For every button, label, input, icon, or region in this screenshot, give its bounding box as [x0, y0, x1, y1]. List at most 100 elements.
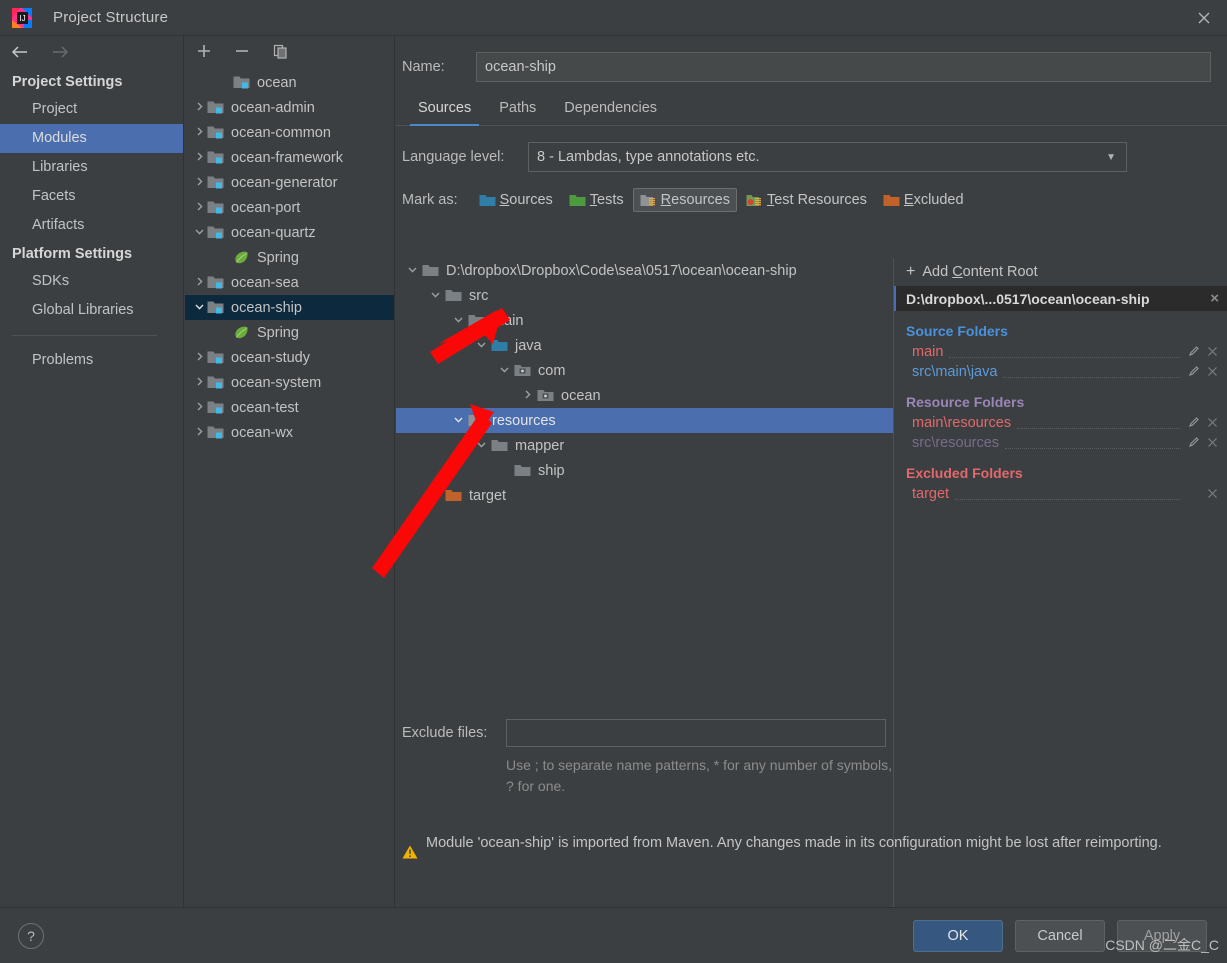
root-folder-path: src\resources	[912, 435, 1000, 451]
folder-tree-row[interactable]: com	[396, 358, 893, 383]
tree-twisty-icon[interactable]	[448, 414, 468, 428]
tree-twisty-icon[interactable]	[191, 176, 207, 190]
folder-tree-row[interactable]: main	[396, 308, 893, 333]
module-name-input[interactable]	[476, 52, 1211, 82]
language-level-select[interactable]: 8 - Lambdas, type annotations etc. ▼	[528, 142, 1127, 172]
folder-icon	[468, 313, 486, 329]
tree-twisty-icon[interactable]	[448, 314, 468, 328]
mark-as-buttons: Sources Tests Resources Test Resources Exclu…	[472, 188, 971, 212]
tree-twisty-icon[interactable]	[191, 426, 207, 440]
pencil-icon[interactable]	[1187, 436, 1201, 451]
tree-twisty-icon[interactable]	[191, 126, 207, 140]
tree-twisty-icon[interactable]	[191, 201, 207, 215]
ok-button[interactable]: OK	[913, 919, 1003, 952]
folder-tree-row[interactable]: resources	[396, 408, 893, 433]
folder-tree-row[interactable]: target	[396, 483, 893, 508]
tree-twisty-icon[interactable]	[191, 101, 207, 115]
tree-twisty-icon[interactable]	[471, 339, 491, 353]
tree-twisty-icon[interactable]	[191, 276, 207, 290]
sidebar-item-libraries[interactable]: Libraries	[0, 153, 183, 182]
copy-icon[interactable]	[269, 40, 291, 62]
exclude-files-input[interactable]	[506, 719, 886, 747]
tree-twisty-icon[interactable]	[191, 401, 207, 415]
close-icon[interactable]	[1205, 486, 1219, 502]
root-folder-row[interactable]: src\main\java	[894, 362, 1227, 382]
help-button[interactable]: ?	[18, 922, 44, 949]
tab-paths[interactable]: Paths	[485, 96, 550, 125]
cancel-button[interactable]: Cancel	[1015, 919, 1105, 952]
add-content-root-button[interactable]: + Add Content Root	[894, 258, 1227, 286]
sidebar-item-facets[interactable]: Facets	[0, 182, 183, 211]
close-icon[interactable]: ×	[1210, 290, 1219, 307]
arrow-right-icon[interactable]	[48, 40, 72, 64]
mark-as-tests-button[interactable]: Tests	[562, 188, 631, 212]
module-tree-row[interactable]: ocean-port	[185, 195, 394, 220]
tree-twisty-icon[interactable]	[402, 264, 422, 278]
folder-tree-row[interactable]: java	[396, 333, 893, 358]
tree-twisty-icon[interactable]	[517, 389, 537, 403]
tree-twisty-icon[interactable]	[471, 439, 491, 453]
module-tree-row[interactable]: ocean-ship	[185, 295, 394, 320]
module-tree-row[interactable]: ocean-wx	[185, 420, 394, 445]
sidebar-item-global-libraries[interactable]: Global Libraries	[0, 296, 183, 325]
root-folder-row[interactable]: target	[894, 484, 1227, 504]
tab-sources[interactable]: Sources	[404, 96, 485, 126]
folder-tree-row[interactable]: mapper	[396, 433, 893, 458]
module-tree-row[interactable]: Spring	[185, 245, 394, 270]
close-icon[interactable]	[1205, 435, 1219, 451]
tree-twisty-icon[interactable]	[191, 226, 207, 240]
module-tree-row[interactable]: ocean-framework	[185, 145, 394, 170]
tab-dependencies[interactable]: Dependencies	[550, 96, 671, 125]
pencil-icon[interactable]	[1187, 345, 1201, 360]
close-icon[interactable]	[1181, 0, 1227, 36]
mark-as-test-resources-button[interactable]: Test Resources	[739, 188, 874, 212]
module-tree-row[interactable]: ocean	[185, 70, 394, 95]
modules-tree[interactable]: ocean ocean-admin ocean-common ocean-framew…	[185, 68, 394, 907]
close-icon[interactable]	[1205, 364, 1219, 380]
arrow-left-icon[interactable]	[8, 40, 32, 64]
mark-as-label: Mark as:	[402, 192, 458, 208]
module-tree-row[interactable]: ocean-generator	[185, 170, 394, 195]
add-module-button[interactable]	[193, 40, 215, 62]
module-tree-row[interactable]: ocean-study	[185, 345, 394, 370]
close-icon[interactable]	[1205, 344, 1219, 360]
tree-twisty-icon[interactable]	[494, 364, 514, 378]
folder-tree-row[interactable]: D:\dropbox\Dropbox\Code\sea\0517\ocean\o…	[396, 258, 893, 283]
sidebar-item-project[interactable]: Project	[0, 95, 183, 124]
sidebar-item-artifacts[interactable]: Artifacts	[0, 211, 183, 240]
mark-as-excluded-button[interactable]: Excluded	[876, 188, 971, 212]
apply-button[interactable]: Apply	[1117, 919, 1207, 952]
pencil-icon[interactable]	[1187, 416, 1201, 431]
module-tree-row[interactable]: ocean-system	[185, 370, 394, 395]
tree-twisty-icon[interactable]	[425, 289, 445, 303]
root-folder-row[interactable]: src\resources	[894, 433, 1227, 453]
tree-twisty-icon[interactable]	[191, 151, 207, 165]
close-icon[interactable]	[1205, 415, 1219, 431]
tree-twisty-icon[interactable]	[191, 351, 207, 365]
sidebar-item-modules[interactable]: Modules	[0, 124, 183, 153]
folder-tree-row[interactable]: src	[396, 283, 893, 308]
mark-as-resources-button[interactable]: Resources	[632, 188, 737, 212]
sidebar-item-problems[interactable]: Problems	[0, 346, 183, 375]
settings-sidebar: Project Settings Project Modules Librari…	[0, 36, 184, 907]
module-tree-row[interactable]: ocean-quartz	[185, 220, 394, 245]
pencil-icon[interactable]	[1187, 365, 1201, 380]
module-tree-row[interactable]: ocean-admin	[185, 95, 394, 120]
remove-module-button[interactable]	[231, 40, 253, 62]
module-tree-row[interactable]: ocean-test	[185, 395, 394, 420]
tree-twisty-icon[interactable]	[191, 301, 207, 315]
content-folder-tree[interactable]: D:\dropbox\Dropbox\Code\sea\0517\ocean\o…	[396, 258, 893, 692]
content-root-header[interactable]: D:\dropbox\...0517\ocean\ocean-ship ×	[894, 286, 1227, 311]
tree-twisty-icon[interactable]	[191, 376, 207, 390]
module-tree-row-label: Spring	[257, 324, 299, 341]
sidebar-item-sdks[interactable]: SDKs	[0, 267, 183, 296]
folder-tree-row[interactable]: ocean	[396, 383, 893, 408]
mark-as-sources-button[interactable]: Sources	[472, 188, 560, 212]
module-tree-row[interactable]: Spring	[185, 320, 394, 345]
root-folder-row[interactable]: main\resources	[894, 413, 1227, 433]
tree-twisty-icon[interactable]	[425, 489, 445, 503]
module-tree-row[interactable]: ocean-common	[185, 120, 394, 145]
folder-tree-row[interactable]: ship	[396, 458, 893, 483]
module-tree-row[interactable]: ocean-sea	[185, 270, 394, 295]
root-folder-row[interactable]: main	[894, 342, 1227, 362]
